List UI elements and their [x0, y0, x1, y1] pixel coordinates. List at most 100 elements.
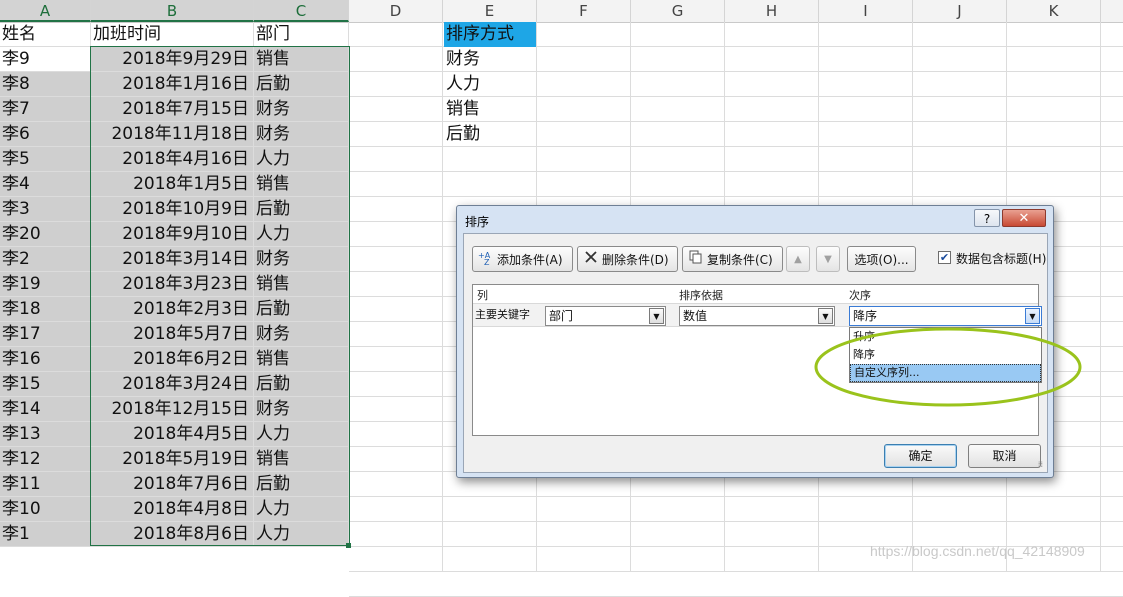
column-header-j[interactable]: J — [913, 0, 1007, 22]
add-condition-button[interactable]: +A Z 添加条件(A) — [472, 246, 573, 272]
dept-cell[interactable]: 财务 — [254, 322, 349, 347]
name-cell[interactable]: 李8 — [0, 72, 91, 97]
dept-cell[interactable]: 财务 — [254, 397, 349, 422]
dept-cell[interactable]: 人力 — [254, 522, 349, 547]
delete-condition-button[interactable]: 删除条件(D) — [577, 246, 678, 272]
chevron-down-icon[interactable]: ▼ — [649, 308, 664, 324]
ok-button[interactable]: 确定 — [884, 444, 957, 468]
date-cell[interactable]: 2018年9月10日 — [91, 222, 254, 247]
order-combo[interactable]: 降序 ▼ — [849, 306, 1042, 326]
name-cell[interactable]: 李7 — [0, 97, 91, 122]
order-option-custom-list[interactable]: 自定义序列... — [850, 364, 1041, 382]
column-header-a[interactable]: A — [0, 0, 91, 22]
column-header-f[interactable]: F — [537, 0, 631, 22]
dept-cell[interactable]: 财务 — [254, 97, 349, 122]
date-cell[interactable]: 2018年4月5日 — [91, 422, 254, 447]
date-cell[interactable]: 2018年3月14日 — [91, 247, 254, 272]
copy-condition-button[interactable]: 复制条件(C) — [682, 246, 783, 272]
date-cell[interactable]: 2018年1月5日 — [91, 172, 254, 197]
dept-cell[interactable]: 后勤 — [254, 472, 349, 497]
column-header-k[interactable]: K — [1007, 0, 1101, 22]
name-cell[interactable]: 李2 — [0, 247, 91, 272]
column-header-c[interactable]: C — [254, 0, 349, 22]
resize-grip-icon[interactable]: ⁞⁞ — [1038, 461, 1043, 469]
name-cell[interactable]: 李10 — [0, 497, 91, 522]
date-cell[interactable]: 2018年5月7日 — [91, 322, 254, 347]
dept-cell[interactable]: 后勤 — [254, 72, 349, 97]
dept-cell[interactable]: 销售 — [254, 172, 349, 197]
name-cell[interactable]: 李9 — [0, 47, 91, 72]
dept-cell[interactable]: 后勤 — [254, 372, 349, 397]
column-header-h[interactable]: H — [725, 0, 819, 22]
name-cell[interactable]: 李16 — [0, 347, 91, 372]
date-cell[interactable]: 2018年3月24日 — [91, 372, 254, 397]
sort-list-item[interactable]: 人力 — [444, 72, 536, 97]
primary-key-row[interactable]: 主要关键字 部门 ▼ 数值 ▼ 降序 ▼ — [473, 303, 1042, 327]
date-cell[interactable]: 2018年8月6日 — [91, 522, 254, 547]
options-button[interactable]: 选项(O)... — [847, 246, 916, 272]
date-cell[interactable]: 2018年7月15日 — [91, 97, 254, 122]
name-cell[interactable]: 李17 — [0, 322, 91, 347]
name-cell[interactable]: 李1 — [0, 522, 91, 547]
date-cell[interactable]: 2018年3月23日 — [91, 272, 254, 297]
dept-cell[interactable]: 人力 — [254, 147, 349, 172]
name-cell[interactable]: 李14 — [0, 397, 91, 422]
sort-list-header[interactable]: 排序方式 — [444, 22, 536, 47]
chevron-down-icon[interactable]: ▼ — [818, 308, 833, 324]
column-header-b[interactable]: B — [91, 0, 254, 22]
dept-cell[interactable]: 销售 — [254, 347, 349, 372]
name-cell[interactable]: 李3 — [0, 197, 91, 222]
help-button[interactable]: ? — [974, 209, 1000, 227]
header-cell-name[interactable]: 姓名 — [0, 22, 91, 47]
sort-list-item[interactable]: 财务 — [444, 47, 536, 72]
date-cell[interactable]: 2018年2月3日 — [91, 297, 254, 322]
move-up-button[interactable]: ▲ — [786, 246, 810, 272]
date-cell[interactable]: 2018年7月6日 — [91, 472, 254, 497]
close-button[interactable]: ✕ — [1002, 209, 1046, 227]
date-cell[interactable]: 2018年5月19日 — [91, 447, 254, 472]
order-option-descending[interactable]: 降序 — [850, 346, 1041, 364]
date-cell[interactable]: 2018年12月15日 — [91, 397, 254, 422]
name-cell[interactable]: 李19 — [0, 272, 91, 297]
name-cell[interactable]: 李12 — [0, 447, 91, 472]
chevron-down-icon[interactable]: ▼ — [1025, 308, 1040, 324]
cancel-button[interactable]: 取消 — [968, 444, 1041, 468]
fill-handle[interactable] — [346, 543, 351, 548]
dept-cell[interactable]: 人力 — [254, 422, 349, 447]
column-header-i[interactable]: I — [819, 0, 913, 22]
date-cell[interactable]: 2018年6月2日 — [91, 347, 254, 372]
date-cell[interactable]: 2018年4月8日 — [91, 497, 254, 522]
date-cell[interactable]: 2018年1月16日 — [91, 72, 254, 97]
dept-cell[interactable]: 财务 — [254, 122, 349, 147]
column-combo[interactable]: 部门 ▼ — [545, 306, 666, 326]
column-header-d[interactable]: D — [349, 0, 443, 22]
dept-cell[interactable]: 销售 — [254, 47, 349, 72]
date-cell[interactable]: 2018年4月16日 — [91, 147, 254, 172]
sort-list-item[interactable]: 销售 — [444, 97, 536, 122]
dept-cell[interactable]: 销售 — [254, 272, 349, 297]
name-cell[interactable]: 李20 — [0, 222, 91, 247]
has-header-checkbox[interactable]: ✔ — [938, 251, 951, 264]
column-header-g[interactable]: G — [631, 0, 725, 22]
date-cell[interactable]: 2018年11月18日 — [91, 122, 254, 147]
move-down-button[interactable]: ▼ — [816, 246, 840, 272]
dept-cell[interactable]: 后勤 — [254, 297, 349, 322]
header-cell-date[interactable]: 加班时间 — [91, 22, 254, 47]
name-cell[interactable]: 李6 — [0, 122, 91, 147]
sort-on-combo[interactable]: 数值 ▼ — [679, 306, 835, 326]
column-header-e[interactable]: E — [443, 0, 537, 22]
name-cell[interactable]: 李4 — [0, 172, 91, 197]
dept-cell[interactable]: 财务 — [254, 247, 349, 272]
dept-cell[interactable]: 人力 — [254, 222, 349, 247]
dept-cell[interactable]: 销售 — [254, 447, 349, 472]
dept-cell[interactable]: 人力 — [254, 497, 349, 522]
name-cell[interactable]: 李18 — [0, 297, 91, 322]
name-cell[interactable]: 李15 — [0, 372, 91, 397]
order-option-ascending[interactable]: 升序 — [850, 328, 1041, 346]
dept-cell[interactable]: 后勤 — [254, 197, 349, 222]
name-cell[interactable]: 李13 — [0, 422, 91, 447]
name-cell[interactable]: 李5 — [0, 147, 91, 172]
name-cell[interactable]: 李11 — [0, 472, 91, 497]
date-cell[interactable]: 2018年10月9日 — [91, 197, 254, 222]
header-cell-dept[interactable]: 部门 — [254, 22, 349, 47]
